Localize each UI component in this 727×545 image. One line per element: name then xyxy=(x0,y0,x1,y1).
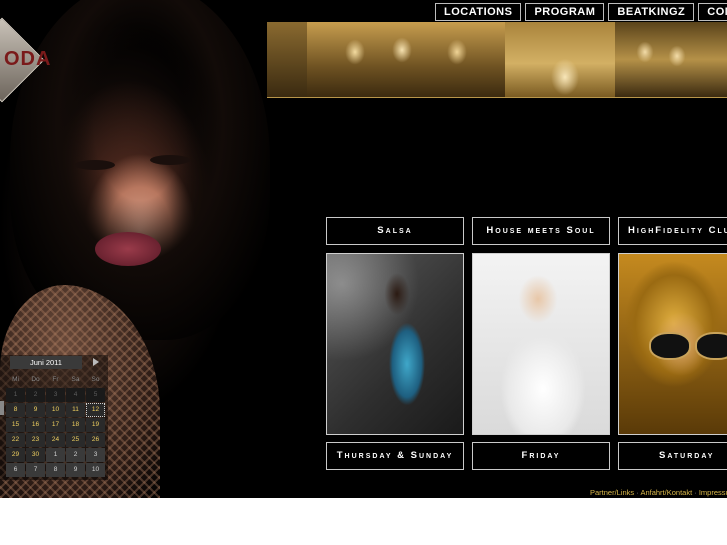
calendar-day: 5 xyxy=(86,388,105,402)
calendar-month-title: Juni 2011 xyxy=(10,356,82,369)
hero-lips xyxy=(95,232,161,266)
logo-text[interactable]: ODA xyxy=(4,48,51,71)
footer-link-impressum[interactable]: Impressum xyxy=(699,488,727,497)
event-day-thursday-sunday[interactable]: Thursday & Sunday xyxy=(326,442,464,470)
party-photo-1 xyxy=(267,22,307,97)
calendar-week-row: 8 9 10 11 12 xyxy=(6,403,105,417)
event-calendar: Juni 2011 Mi Do Fr Sa So 1 2 3 4 5 8 9 1… xyxy=(0,355,108,480)
calendar-weekday: So xyxy=(91,376,100,383)
calendar-day: 4 xyxy=(66,388,85,402)
calendar-weekday: Sa xyxy=(71,376,80,383)
calendar-day[interactable]: 30 xyxy=(26,448,45,462)
calendar-day[interactable]: 22 xyxy=(6,433,25,447)
event-genre-salsa[interactable]: Salsa xyxy=(326,217,464,245)
calendar-weekday-row: Mi Do Fr Sa So xyxy=(6,373,105,387)
calendar-day: 2 xyxy=(26,388,45,402)
calendar-day-next-month: 6 xyxy=(6,463,25,477)
sunglasses-graphic xyxy=(649,332,727,360)
calendar-day[interactable]: 8 xyxy=(6,403,25,417)
calendar-day-next-month: 10 xyxy=(86,463,105,477)
party-photo-strip xyxy=(267,22,727,97)
event-photo-soul-singer[interactable] xyxy=(472,253,610,435)
party-photo-3 xyxy=(505,22,615,97)
calendar-weekday: Fr xyxy=(52,376,59,383)
calendar-weekday: Do xyxy=(31,376,40,383)
event-day-friday[interactable]: Friday xyxy=(472,442,610,470)
nav-locations[interactable]: LOCATIONS xyxy=(435,3,522,21)
footer-separator: · xyxy=(636,488,639,497)
party-photo-4 xyxy=(615,22,727,97)
calendar-day[interactable]: 19 xyxy=(86,418,105,432)
footer-link-partner[interactable]: Partner/Links xyxy=(590,488,634,497)
calendar-weekday: Mi xyxy=(12,376,19,383)
calendar-day[interactable]: 26 xyxy=(86,433,105,447)
calendar-header: Juni 2011 xyxy=(0,355,108,370)
calendar-day: 3 xyxy=(46,388,65,402)
event-photo-dancer[interactable] xyxy=(326,253,464,435)
calendar-day[interactable]: 18 xyxy=(66,418,85,432)
calendar-week-marker xyxy=(0,401,4,415)
strip-divider xyxy=(267,97,727,98)
calendar-day[interactable]: 9 xyxy=(26,403,45,417)
calendar-day[interactable]: 29 xyxy=(6,448,25,462)
nav-program[interactable]: PROGRAM xyxy=(525,3,605,21)
calendar-day-next-month: 2 xyxy=(66,448,85,462)
calendar-day[interactable]: 10 xyxy=(46,403,65,417)
calendar-week-row: 1 2 3 4 5 xyxy=(6,388,105,402)
calendar-week-row: 22 23 24 25 26 xyxy=(6,433,105,447)
calendar-day[interactable]: 24 xyxy=(46,433,65,447)
calendar-day[interactable]: 23 xyxy=(26,433,45,447)
calendar-day[interactable]: 11 xyxy=(66,403,85,417)
calendar-day[interactable]: 16 xyxy=(26,418,45,432)
calendar-day-today[interactable]: 12 xyxy=(86,403,105,417)
nav-beatkingz[interactable]: BEATKINGZ xyxy=(608,3,695,21)
calendar-week-row: 29 30 1 2 3 xyxy=(6,448,105,462)
calendar-day-next-month: 9 xyxy=(66,463,85,477)
footer-links: Partner/Links · Anfahrt/Kontakt · Impres… xyxy=(590,488,727,497)
event-genre-house-meets-soul[interactable]: House meets Soul xyxy=(472,217,610,245)
event-photo-sunglasses[interactable] xyxy=(618,253,727,435)
calendar-week-row: 15 16 17 18 19 xyxy=(6,418,105,432)
calendar-day[interactable]: 25 xyxy=(66,433,85,447)
nav-community[interactable]: COMMUNITY xyxy=(698,3,727,21)
event-genre-highfidelity[interactable]: HighFidelity Club xyxy=(618,217,727,245)
event-day-saturday[interactable]: Saturday xyxy=(618,442,727,470)
calendar-day[interactable]: 17 xyxy=(46,418,65,432)
calendar-day-next-month: 1 xyxy=(46,448,65,462)
calendar-day-next-month: 7 xyxy=(26,463,45,477)
footer-separator: · xyxy=(694,488,697,497)
calendar-next-arrow-icon[interactable] xyxy=(93,358,99,366)
page-stage: ODA LOCATIONS PROGRAM BEATKINGZ COMMUNIT… xyxy=(0,0,727,498)
calendar-week-row: 6 7 8 9 10 xyxy=(6,463,105,477)
calendar-day[interactable]: 15 xyxy=(6,418,25,432)
calendar-day-next-month: 8 xyxy=(46,463,65,477)
top-nav: LOCATIONS PROGRAM BEATKINGZ COMMUNITY xyxy=(435,3,727,21)
calendar-day: 1 xyxy=(6,388,25,402)
calendar-day-next-month: 3 xyxy=(86,448,105,462)
hero-eye-left xyxy=(75,160,115,170)
footer-link-contact[interactable]: Anfahrt/Kontakt xyxy=(640,488,692,497)
hero-eye-right xyxy=(150,155,190,165)
party-photo-2 xyxy=(307,22,505,97)
